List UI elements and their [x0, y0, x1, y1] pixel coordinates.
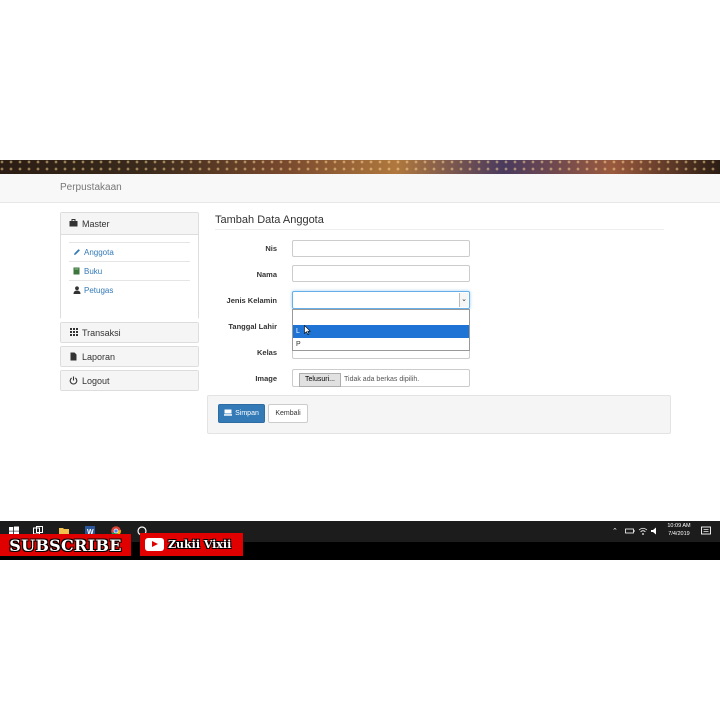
subscribe-banner: SUBSCRIBE [0, 534, 131, 556]
nama-input[interactable] [292, 265, 470, 282]
sidebar-item-petugas[interactable]: Petugas [69, 280, 190, 299]
notification-icon[interactable] [701, 526, 711, 536]
tray-chevron-up-icon[interactable]: ⌃ [612, 527, 618, 535]
dropdown-option-empty[interactable] [293, 311, 469, 324]
jenis-kelamin-dropdown-list: L P [292, 309, 470, 351]
chevron-down-icon[interactable]: ⌄ [459, 293, 468, 307]
sidebar-heading-label: Laporan [82, 351, 116, 362]
title-divider [215, 229, 664, 230]
sidebar-heading-logout[interactable]: Logout [61, 371, 198, 390]
file-icon [69, 352, 78, 361]
briefcase-icon [69, 219, 78, 228]
channel-name: Zukii Vixii [168, 538, 232, 551]
battery-icon[interactable] [625, 526, 635, 536]
dropdown-option-p[interactable]: P [293, 338, 469, 351]
sidebar-heading-laporan[interactable]: Laporan [61, 347, 198, 366]
volume-icon[interactable] [650, 526, 660, 536]
jenis-kelamin-label: Jenis Kelamin [226, 296, 277, 305]
simpan-button-label: Simpan [235, 410, 259, 417]
user-icon [72, 285, 81, 295]
dropdown-option-l[interactable]: L [293, 325, 469, 338]
sidebar-master-list: Anggota Buku Petugas [61, 234, 198, 320]
channel-banner: Zukii Vixii [140, 533, 243, 556]
sidebar-heading-label: Logout [82, 375, 110, 386]
jenis-kelamin-select[interactable]: ⌄ [292, 291, 470, 309]
mouse-pointer-icon [304, 325, 311, 335]
image-file-input[interactable]: Telusuri... Tidak ada berkas dipilih. [292, 369, 470, 387]
window-decor-strip [0, 160, 720, 174]
image-label: Image [255, 374, 277, 383]
kelas-label: Kelas [256, 348, 277, 357]
sidebar-item-label: Buku [84, 266, 103, 276]
navbar-brand[interactable]: Perpustakaan [60, 182, 122, 193]
sidebar-heading-label: Transaksi [82, 327, 121, 338]
clock-date: 7/4/2019 [668, 531, 690, 537]
nis-input[interactable] [292, 240, 470, 257]
kembali-button[interactable]: Kembali [268, 404, 308, 423]
sidebar-panel-logout[interactable]: Logout [60, 370, 199, 391]
tanggal-lahir-label: Tanggal Lahir [228, 322, 277, 331]
nis-label: Nis [265, 244, 277, 253]
power-icon [69, 376, 78, 385]
youtube-logo-icon [145, 538, 164, 551]
page-title: Tambah Data Anggota [215, 214, 324, 226]
sidebar-item-anggota[interactable]: Anggota [69, 242, 190, 261]
sidebar-panel-laporan[interactable]: Laporan [60, 346, 199, 367]
taskbar-clock[interactable]: 10:09 AM 7/4/2019 [663, 522, 695, 538]
sidebar-item-label: Anggota [84, 247, 114, 257]
browse-file-button[interactable]: Telusuri... [299, 373, 341, 387]
grid-icon [69, 328, 78, 337]
sidebar-heading-transaksi[interactable]: Transaksi [61, 323, 198, 342]
sidebar-item-label: Petugas [84, 285, 114, 295]
wifi-icon[interactable] [638, 526, 648, 536]
pencil-icon [72, 248, 81, 257]
clock-time: 10:09 AM [667, 523, 691, 529]
sidebar-panel-master: Master Anggota Buku Petugas [60, 212, 199, 320]
nama-label: Nama [256, 270, 277, 279]
screen: Perpustakaan Master Anggota Buku Petugas… [0, 0, 720, 720]
file-status-text: Tidak ada berkas dipilih. [344, 376, 420, 383]
sidebar-heading-label: Master [82, 218, 110, 229]
book-icon [72, 267, 81, 276]
save-icon [224, 409, 233, 418]
sidebar-item-buku[interactable]: Buku [69, 261, 190, 280]
sidebar-panel-transaksi[interactable]: Transaksi [60, 322, 199, 343]
sidebar-heading-master[interactable]: Master [61, 213, 198, 234]
navbar: Perpustakaan [0, 174, 720, 203]
subscribe-text: SUBSCRIBE [9, 535, 122, 555]
simpan-button[interactable]: Simpan [218, 404, 265, 423]
